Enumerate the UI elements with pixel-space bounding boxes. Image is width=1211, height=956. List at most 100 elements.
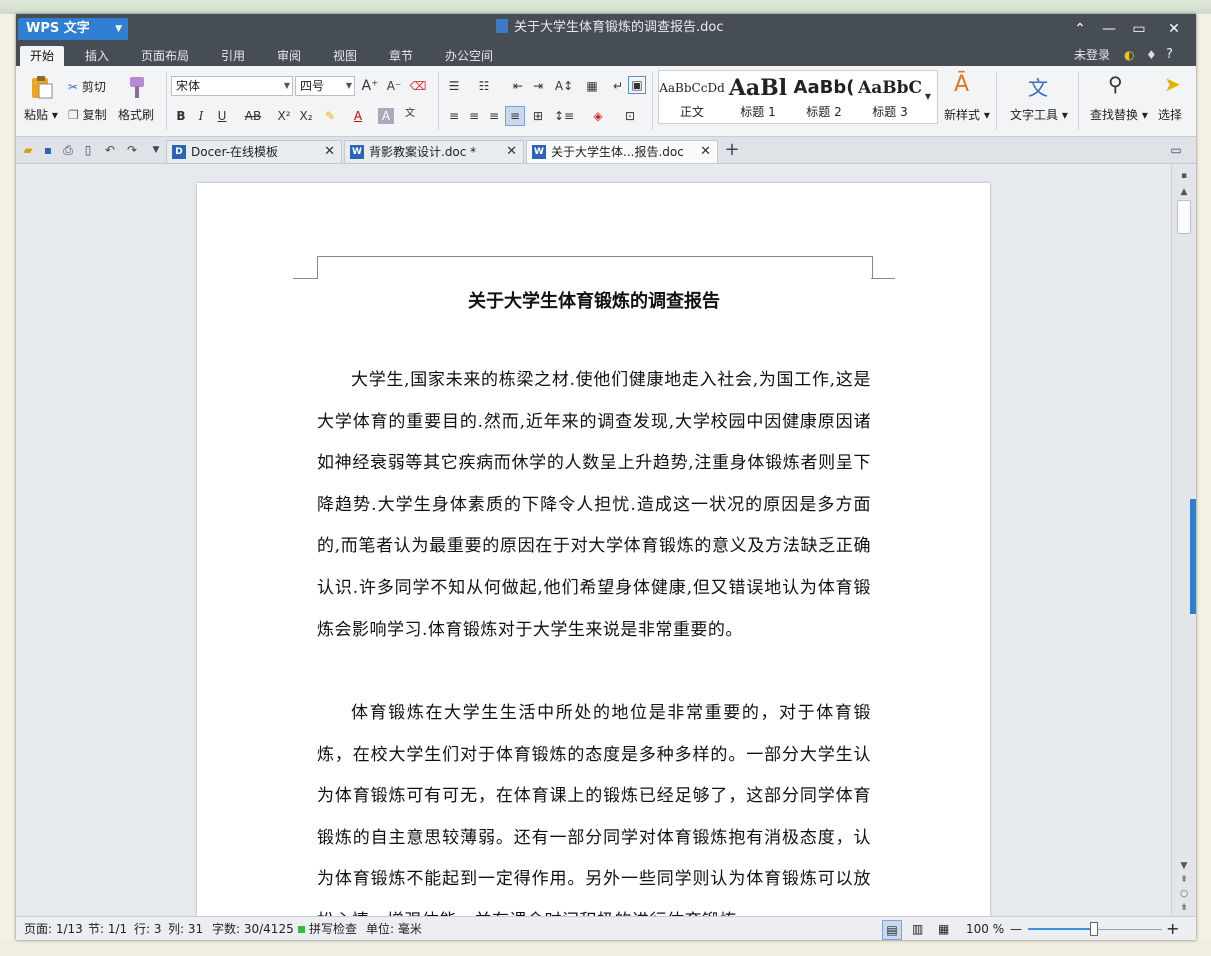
table-grid-icon[interactable]: ▦ [582, 76, 602, 96]
tab-page-layout[interactable]: 页面布局 [131, 46, 199, 66]
status-page[interactable]: 页面: 1/13 [24, 917, 83, 940]
shirt-icon[interactable]: ♦ [1146, 48, 1160, 62]
superscript-icon[interactable]: X² [274, 106, 294, 126]
tab-lesson-plan[interactable]: W 背影教案设计.doc * ✕ [344, 140, 524, 163]
copy-button[interactable]: ❐ 复制 [68, 106, 107, 123]
cut-button[interactable]: ✂ 剪切 [68, 78, 106, 95]
tab-office-space[interactable]: 办公空间 [435, 46, 503, 66]
zoom-in-icon[interactable]: + [1166, 917, 1179, 940]
scroll-thumb[interactable] [1177, 200, 1191, 234]
paragraph-mark-icon[interactable]: ↵ [608, 76, 628, 96]
print-preview-icon[interactable]: ▯ [80, 142, 96, 158]
close-icon[interactable]: ✕ [506, 141, 517, 163]
align-right-icon[interactable]: ≡ [484, 106, 504, 126]
gallery-scroll-icon[interactable]: ▼ [921, 87, 935, 107]
select-button[interactable]: 选择 [1158, 106, 1182, 123]
outline-view-icon[interactable]: ▥ [912, 917, 923, 940]
font-name-select[interactable]: 宋体 ▼ [171, 76, 293, 96]
show-markup-icon[interactable]: ▣ [628, 76, 646, 94]
document-heading[interactable]: 关于大学生体育锻炼的调查报告 [317, 287, 871, 313]
paragraph[interactable]: 大学生,国家未来的栋梁之材.使他们健康地走入社会,为国工作,这是大学体育的重要目… [317, 360, 871, 651]
tab-survey-report[interactable]: W 关于大学生体...报告.doc ✕ [526, 140, 718, 163]
close-button[interactable]: ✕ [1159, 18, 1189, 40]
bold-icon[interactable]: B [171, 106, 191, 126]
zoom-slider-handle[interactable] [1090, 922, 1098, 936]
maximize-button[interactable]: ▭ [1124, 18, 1154, 40]
line-spacing-icon[interactable]: ↕≡ [554, 106, 574, 126]
align-left-icon[interactable]: ≡ [444, 106, 464, 126]
scroll-up-icon[interactable]: ▲ [1176, 186, 1192, 198]
highlight-icon[interactable]: ✎ [320, 106, 340, 126]
skin-icon[interactable]: ◐ [1124, 48, 1138, 62]
collapse-ribbon-button[interactable]: ⌃ [1065, 18, 1095, 40]
style-heading-2[interactable]: AaBb( 标题 2 [791, 71, 857, 123]
status-word-count[interactable]: 字数: 30/4125 [212, 917, 294, 940]
paste-icon[interactable] [28, 74, 54, 100]
distribute-icon[interactable]: ⊞ [528, 106, 548, 126]
paste-button[interactable]: 粘贴 ▾ [24, 106, 58, 123]
font-size-select[interactable]: 四号 ▼ [295, 76, 355, 96]
undo-icon[interactable]: ↶ [102, 142, 118, 158]
font-color-icon[interactable]: A [348, 106, 368, 126]
tab-home[interactable]: 开始 [20, 46, 65, 66]
subscript-icon[interactable]: X₂ [296, 106, 316, 126]
text-tools-button[interactable]: 文字工具 ▾ [1010, 106, 1068, 123]
prev-page-icon[interactable]: ⇞ [1176, 874, 1192, 886]
increase-indent-icon[interactable]: ⇥ [528, 76, 548, 96]
zoom-level[interactable]: 100 % [966, 917, 1004, 940]
next-page-icon[interactable]: ⇟ [1176, 902, 1192, 914]
close-icon[interactable]: ✕ [324, 141, 335, 163]
justify-icon[interactable]: ≡ [505, 106, 525, 126]
tab-list-icon[interactable]: ▭ [1168, 142, 1184, 158]
scroll-down-icon[interactable]: ▼ [1176, 860, 1192, 872]
close-icon[interactable]: ✕ [700, 141, 711, 163]
new-tab-plus-icon[interactable]: + [724, 141, 740, 159]
web-view-icon[interactable]: ▦ [938, 917, 949, 940]
new-style-button[interactable]: 新样式 ▾ [944, 106, 990, 123]
split-icon[interactable]: ▪ [1176, 170, 1192, 182]
customize-toolbar-icon[interactable]: ▼ [148, 142, 164, 158]
bullet-list-icon[interactable]: ☰ [444, 76, 464, 96]
tab-chapter[interactable]: 章节 [379, 46, 423, 66]
help-icon[interactable]: ? [1166, 48, 1180, 62]
tab-view[interactable]: 视图 [323, 46, 367, 66]
style-heading-3[interactable]: AaBbC 标题 3 [857, 71, 923, 123]
decrease-indent-icon[interactable]: ⇤ [508, 76, 528, 96]
style-heading-1[interactable]: AaBl 标题 1 [725, 71, 791, 123]
login-status[interactable]: 未登录 [1074, 44, 1110, 66]
page-view-icon[interactable]: ▤ [882, 920, 902, 940]
numbered-list-icon[interactable]: ☷ [474, 76, 494, 96]
phonetic-guide-icon[interactable]: 文 [400, 104, 420, 124]
app-menu-button[interactable]: WPS 文字 ▼ [18, 18, 128, 40]
browse-object-icon[interactable]: ○ [1176, 888, 1192, 900]
strikethrough-icon[interactable]: AB [240, 106, 266, 126]
clear-format-icon[interactable]: ⌫ [408, 76, 428, 96]
tab-insert[interactable]: 插入 [75, 46, 119, 66]
document-canvas[interactable]: 关于大学生体育锻炼的调查报告 大学生,国家未来的栋梁之材.使他们健康地走入社会,… [16, 164, 1171, 916]
grow-font-icon[interactable]: A⁺ [360, 76, 380, 96]
side-panel-toggle[interactable] [1190, 499, 1196, 614]
zoom-out-icon[interactable]: — [1010, 917, 1022, 940]
tab-docer-templates[interactable]: D Docer-在线模板 ✕ [166, 140, 342, 163]
shrink-font-icon[interactable]: A⁻ [384, 76, 404, 96]
document-page[interactable]: 关于大学生体育锻炼的调查报告 大学生,国家未来的栋梁之材.使他们健康地走入社会,… [197, 183, 990, 916]
borders-icon[interactable]: ⊡ [620, 106, 640, 126]
tab-review[interactable]: 审阅 [267, 46, 311, 66]
format-painter-button[interactable]: 格式刷 [118, 106, 154, 123]
format-painter-icon[interactable] [124, 74, 150, 100]
paragraph[interactable]: 体育锻炼在大学生生活中所处的地位是非常重要的，对于体育锻炼，在校大学生们对于体育… [317, 693, 871, 916]
find-replace-button[interactable]: 查找替换 ▾ [1090, 106, 1148, 123]
style-normal[interactable]: AaBbCcDd 正文 [659, 71, 725, 123]
save-icon[interactable]: ▪ [40, 142, 56, 158]
sort-icon[interactable]: A↕ [554, 76, 574, 96]
tab-references[interactable]: 引用 [211, 46, 255, 66]
redo-icon[interactable]: ↷ [124, 142, 140, 158]
italic-icon[interactable]: I [191, 106, 211, 126]
underline-icon[interactable]: U [212, 106, 232, 126]
open-folder-icon[interactable]: ▰ [20, 142, 36, 158]
char-shading-icon[interactable]: A [378, 108, 394, 124]
print-icon[interactable]: ⎙ [60, 142, 76, 158]
minimize-button[interactable]: — [1094, 18, 1124, 40]
spell-check-toggle[interactable]: 拼写检查 [298, 917, 357, 940]
align-center-icon[interactable]: ≡ [464, 106, 484, 126]
